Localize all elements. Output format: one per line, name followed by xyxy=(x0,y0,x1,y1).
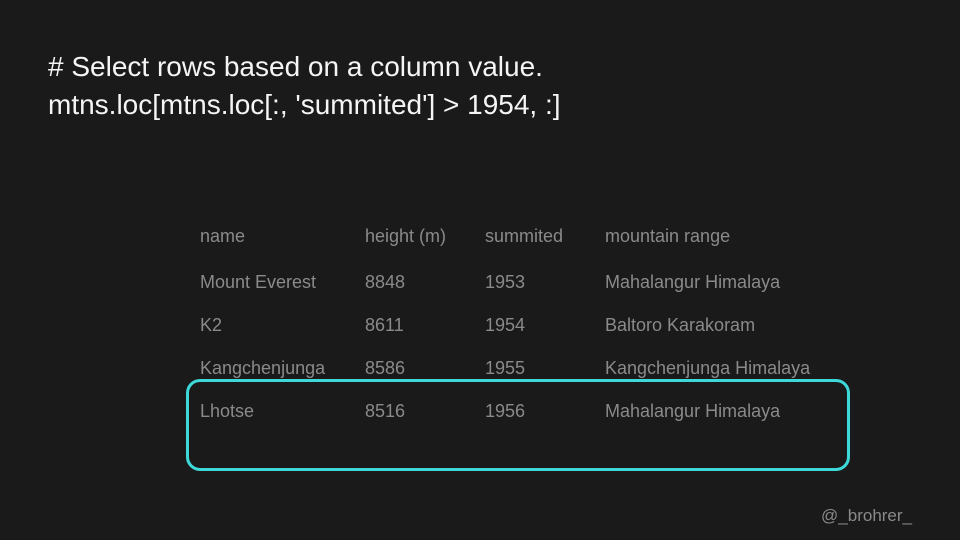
data-table-container: name height (m) summited mountain range … xyxy=(200,215,845,433)
cell-summited: 1955 xyxy=(485,347,605,390)
cell-name: K2 xyxy=(200,304,365,347)
cell-summited: 1954 xyxy=(485,304,605,347)
cell-name: Kangchenjunga xyxy=(200,347,365,390)
table-row: K2 8611 1954 Baltoro Karakoram xyxy=(200,304,845,347)
cell-name: Mount Everest xyxy=(200,261,365,304)
data-table: name height (m) summited mountain range … xyxy=(200,215,845,433)
cell-range: Baltoro Karakoram xyxy=(605,304,845,347)
cell-name: Lhotse xyxy=(200,390,365,433)
code-comment: # Select rows based on a column value. xyxy=(48,48,912,86)
cell-range: Kangchenjunga Himalaya xyxy=(605,347,845,390)
table-row: Lhotse 8516 1956 Mahalangur Himalaya xyxy=(200,390,845,433)
code-snippet: # Select rows based on a column value. m… xyxy=(48,48,912,124)
header-range: mountain range xyxy=(605,215,845,261)
header-summited: summited xyxy=(485,215,605,261)
slide: # Select rows based on a column value. m… xyxy=(0,0,960,540)
header-height: height (m) xyxy=(365,215,485,261)
cell-height: 8611 xyxy=(365,304,485,347)
table-header-row: name height (m) summited mountain range xyxy=(200,215,845,261)
cell-height: 8586 xyxy=(365,347,485,390)
cell-height: 8848 xyxy=(365,261,485,304)
table-row: Mount Everest 8848 1953 Mahalangur Himal… xyxy=(200,261,845,304)
cell-height: 8516 xyxy=(365,390,485,433)
cell-range: Mahalangur Himalaya xyxy=(605,261,845,304)
cell-summited: 1956 xyxy=(485,390,605,433)
cell-summited: 1953 xyxy=(485,261,605,304)
attribution: @_brohrer_ xyxy=(821,506,912,526)
cell-range: Mahalangur Himalaya xyxy=(605,390,845,433)
table-row: Kangchenjunga 8586 1955 Kangchenjunga Hi… xyxy=(200,347,845,390)
header-name: name xyxy=(200,215,365,261)
code-expression: mtns.loc[mtns.loc[:, 'summited'] > 1954,… xyxy=(48,86,912,124)
